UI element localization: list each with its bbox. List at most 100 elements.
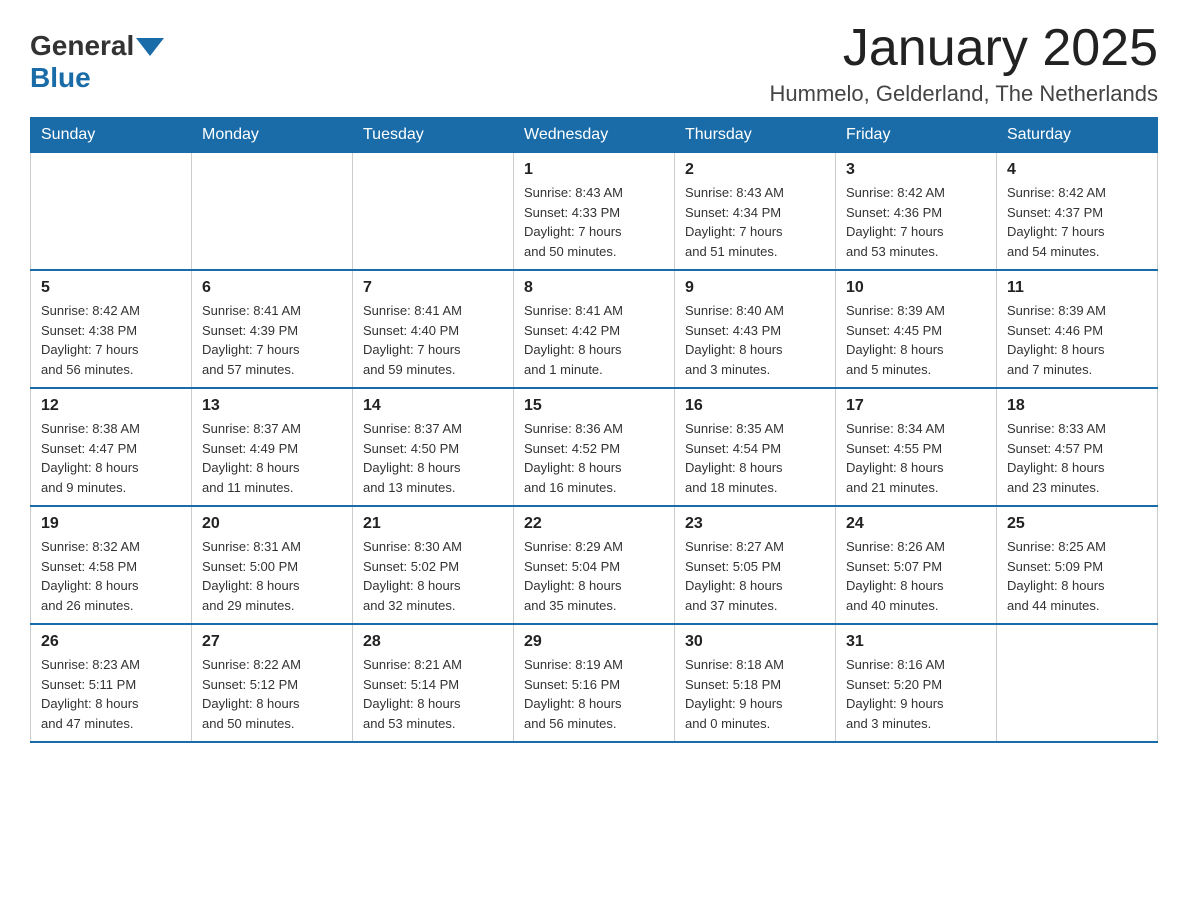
day-info: Sunrise: 8:38 AM Sunset: 4:47 PM Dayligh…: [41, 419, 181, 497]
day-number: 22: [524, 515, 664, 533]
day-info: Sunrise: 8:37 AM Sunset: 4:50 PM Dayligh…: [363, 419, 503, 497]
calendar-cell: [192, 153, 353, 271]
title-area: January 2025 Hummelo, Gelderland, The Ne…: [770, 20, 1158, 107]
day-info: Sunrise: 8:42 AM Sunset: 4:38 PM Dayligh…: [41, 301, 181, 379]
day-number: 26: [41, 633, 181, 651]
calendar-cell: 18 Sunrise: 8:33 AM Sunset: 4:57 PM Dayli…: [997, 388, 1158, 506]
calendar-cell: 7 Sunrise: 8:41 AM Sunset: 4:40 PM Daylig…: [353, 270, 514, 388]
logo-triangle-icon: [136, 38, 164, 56]
day-number: 5: [41, 279, 181, 297]
day-number: 18: [1007, 397, 1147, 415]
day-info: Sunrise: 8:30 AM Sunset: 5:02 PM Dayligh…: [363, 537, 503, 615]
day-info: Sunrise: 8:31 AM Sunset: 5:00 PM Dayligh…: [202, 537, 342, 615]
day-info: Sunrise: 8:33 AM Sunset: 4:57 PM Dayligh…: [1007, 419, 1147, 497]
calendar-cell: 20 Sunrise: 8:31 AM Sunset: 5:00 PM Dayli…: [192, 506, 353, 624]
calendar-cell: 9 Sunrise: 8:40 AM Sunset: 4:43 PM Daylig…: [675, 270, 836, 388]
calendar-week-row: 5 Sunrise: 8:42 AM Sunset: 4:38 PM Daylig…: [31, 270, 1158, 388]
calendar-cell: 5 Sunrise: 8:42 AM Sunset: 4:38 PM Daylig…: [31, 270, 192, 388]
calendar-cell: 6Sunrise: 8:41 AM Sunset: 4:39 PM Daylig…: [192, 270, 353, 388]
calendar-cell: 17 Sunrise: 8:34 AM Sunset: 4:55 PM Dayli…: [836, 388, 997, 506]
day-number: 12: [41, 397, 181, 415]
calendar-cell: [31, 153, 192, 271]
calendar-cell: [997, 624, 1158, 742]
day-number: 21: [363, 515, 503, 533]
day-info: Sunrise: 8:19 AM Sunset: 5:16 PM Dayligh…: [524, 655, 664, 733]
day-number: 28: [363, 633, 503, 651]
day-number: 8: [524, 279, 664, 297]
logo: General Blue: [30, 30, 164, 94]
logo-general-text: General: [30, 30, 134, 62]
calendar-week-row: 12 Sunrise: 8:38 AM Sunset: 4:47 PM Dayli…: [31, 388, 1158, 506]
calendar-cell: 1 Sunrise: 8:43 AM Sunset: 4:33 PM Daylig…: [514, 153, 675, 271]
day-number: 29: [524, 633, 664, 651]
day-number: 2: [685, 161, 825, 179]
calendar-cell: 15 Sunrise: 8:36 AM Sunset: 4:52 PM Dayli…: [514, 388, 675, 506]
calendar-header-row: SundayMondayTuesdayWednesdayThursdayFrid…: [31, 118, 1158, 153]
calendar-week-row: 26 Sunrise: 8:23 AM Sunset: 5:11 PM Dayli…: [31, 624, 1158, 742]
day-number: 24: [846, 515, 986, 533]
month-title: January 2025: [770, 20, 1158, 77]
day-info: Sunrise: 8:22 AM Sunset: 5:12 PM Dayligh…: [202, 655, 342, 733]
logo-blue-text: Blue: [30, 62, 91, 93]
col-header-sunday: Sunday: [31, 118, 192, 153]
day-info: Sunrise: 8:29 AM Sunset: 5:04 PM Dayligh…: [524, 537, 664, 615]
calendar-cell: 10Sunrise: 8:39 AM Sunset: 4:45 PM Dayli…: [836, 270, 997, 388]
day-info: Sunrise: 8:35 AM Sunset: 4:54 PM Dayligh…: [685, 419, 825, 497]
day-info: Sunrise: 8:16 AM Sunset: 5:20 PM Dayligh…: [846, 655, 986, 733]
day-number: 7: [363, 279, 503, 297]
day-info: Sunrise: 8:41 AM Sunset: 4:39 PM Dayligh…: [202, 301, 342, 379]
calendar-cell: 27 Sunrise: 8:22 AM Sunset: 5:12 PM Dayli…: [192, 624, 353, 742]
calendar-cell: 12 Sunrise: 8:38 AM Sunset: 4:47 PM Dayli…: [31, 388, 192, 506]
calendar-cell: 3 Sunrise: 8:42 AM Sunset: 4:36 PM Daylig…: [836, 153, 997, 271]
calendar-cell: 11Sunrise: 8:39 AM Sunset: 4:46 PM Dayli…: [997, 270, 1158, 388]
day-info: Sunrise: 8:40 AM Sunset: 4:43 PM Dayligh…: [685, 301, 825, 379]
day-info: Sunrise: 8:27 AM Sunset: 5:05 PM Dayligh…: [685, 537, 825, 615]
day-number: 15: [524, 397, 664, 415]
day-info: Sunrise: 8:42 AM Sunset: 4:36 PM Dayligh…: [846, 183, 986, 261]
calendar-week-row: 1 Sunrise: 8:43 AM Sunset: 4:33 PM Daylig…: [31, 153, 1158, 271]
calendar-cell: 21 Sunrise: 8:30 AM Sunset: 5:02 PM Dayli…: [353, 506, 514, 624]
calendar-cell: [353, 153, 514, 271]
day-number: 9: [685, 279, 825, 297]
day-info: Sunrise: 8:23 AM Sunset: 5:11 PM Dayligh…: [41, 655, 181, 733]
day-info: Sunrise: 8:18 AM Sunset: 5:18 PM Dayligh…: [685, 655, 825, 733]
day-info: Sunrise: 8:41 AM Sunset: 4:40 PM Dayligh…: [363, 301, 503, 379]
day-number: 17: [846, 397, 986, 415]
day-number: 23: [685, 515, 825, 533]
day-number: 27: [202, 633, 342, 651]
col-header-monday: Monday: [192, 118, 353, 153]
calendar-cell: 13 Sunrise: 8:37 AM Sunset: 4:49 PM Dayli…: [192, 388, 353, 506]
calendar-cell: 22 Sunrise: 8:29 AM Sunset: 5:04 PM Dayli…: [514, 506, 675, 624]
calendar-cell: 2 Sunrise: 8:43 AM Sunset: 4:34 PM Daylig…: [675, 153, 836, 271]
col-header-wednesday: Wednesday: [514, 118, 675, 153]
day-info: Sunrise: 8:32 AM Sunset: 4:58 PM Dayligh…: [41, 537, 181, 615]
calendar-cell: 30Sunrise: 8:18 AM Sunset: 5:18 PM Dayli…: [675, 624, 836, 742]
day-info: Sunrise: 8:39 AM Sunset: 4:45 PM Dayligh…: [846, 301, 986, 379]
calendar-cell: 26 Sunrise: 8:23 AM Sunset: 5:11 PM Dayli…: [31, 624, 192, 742]
col-header-friday: Friday: [836, 118, 997, 153]
day-info: Sunrise: 8:43 AM Sunset: 4:34 PM Dayligh…: [685, 183, 825, 261]
day-info: Sunrise: 8:43 AM Sunset: 4:33 PM Dayligh…: [524, 183, 664, 261]
day-info: Sunrise: 8:42 AM Sunset: 4:37 PM Dayligh…: [1007, 183, 1147, 261]
day-number: 3: [846, 161, 986, 179]
calendar-cell: 28Sunrise: 8:21 AM Sunset: 5:14 PM Dayli…: [353, 624, 514, 742]
day-number: 19: [41, 515, 181, 533]
day-number: 1: [524, 161, 664, 179]
calendar-table: SundayMondayTuesdayWednesdayThursdayFrid…: [30, 117, 1158, 743]
calendar-cell: 19 Sunrise: 8:32 AM Sunset: 4:58 PM Dayli…: [31, 506, 192, 624]
day-info: Sunrise: 8:41 AM Sunset: 4:42 PM Dayligh…: [524, 301, 664, 379]
location-title: Hummelo, Gelderland, The Netherlands: [770, 81, 1158, 107]
calendar-week-row: 19 Sunrise: 8:32 AM Sunset: 4:58 PM Dayli…: [31, 506, 1158, 624]
day-number: 20: [202, 515, 342, 533]
calendar-cell: 16 Sunrise: 8:35 AM Sunset: 4:54 PM Dayli…: [675, 388, 836, 506]
day-info: Sunrise: 8:36 AM Sunset: 4:52 PM Dayligh…: [524, 419, 664, 497]
calendar-cell: 31Sunrise: 8:16 AM Sunset: 5:20 PM Dayli…: [836, 624, 997, 742]
day-number: 25: [1007, 515, 1147, 533]
day-number: 13: [202, 397, 342, 415]
day-number: 16: [685, 397, 825, 415]
day-number: 11: [1007, 279, 1147, 297]
calendar-cell: 24Sunrise: 8:26 AM Sunset: 5:07 PM Dayli…: [836, 506, 997, 624]
day-info: Sunrise: 8:34 AM Sunset: 4:55 PM Dayligh…: [846, 419, 986, 497]
day-info: Sunrise: 8:37 AM Sunset: 4:49 PM Dayligh…: [202, 419, 342, 497]
day-number: 14: [363, 397, 503, 415]
